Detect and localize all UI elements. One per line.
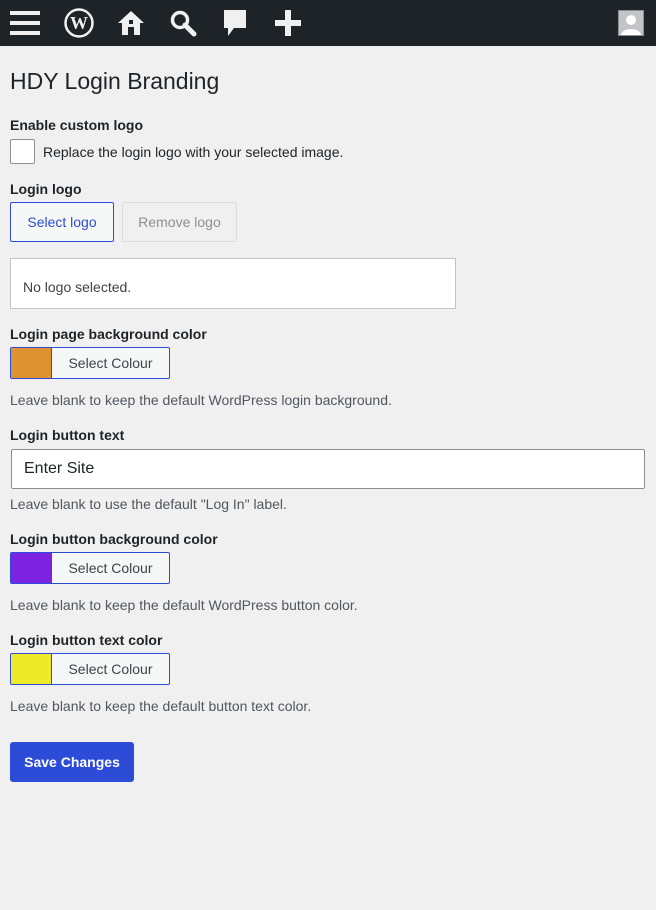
comment-icon: [224, 10, 246, 36]
bg-color-swatch[interactable]: [11, 348, 52, 378]
custom-logo-label: Enable custom logo: [10, 117, 144, 133]
select-logo-button[interactable]: Select logo: [10, 202, 114, 242]
menu-toggle[interactable]: [6, 0, 44, 46]
button-text-input[interactable]: [11, 449, 645, 489]
button-bg-color-picker-label[interactable]: Select Colour: [52, 553, 169, 583]
site-home-link[interactable]: [114, 0, 148, 46]
add-new-button[interactable]: [270, 0, 306, 46]
page-title: HDY Login Branding: [10, 68, 220, 94]
button-text-label: Login button text: [10, 427, 125, 443]
comments-link[interactable]: [218, 0, 252, 46]
button-bg-color-swatch[interactable]: [11, 553, 52, 583]
login-logo-label: Login logo: [10, 181, 82, 197]
search-icon: [170, 10, 197, 37]
button-text-color-swatch[interactable]: [11, 654, 52, 684]
button-text-description: Leave blank to use the default "Log In" …: [10, 496, 287, 512]
button-bg-color-description: Leave blank to keep the default WordPres…: [10, 597, 358, 613]
user-account-menu[interactable]: [618, 10, 644, 36]
bg-color-picker[interactable]: Select Colour: [10, 347, 170, 379]
remove-logo-button[interactable]: Remove logo: [122, 202, 237, 242]
wordpress-logo-icon: W: [64, 8, 94, 38]
button-bg-color-picker[interactable]: Select Colour: [10, 552, 170, 584]
button-text-color-label: Login button text color: [10, 632, 163, 648]
bg-color-description: Leave blank to keep the default WordPres…: [10, 392, 392, 408]
menu-icon: [10, 11, 40, 35]
button-bg-color-label: Login button background color: [10, 531, 218, 547]
button-text-color-description: Leave blank to keep the default button t…: [10, 698, 312, 714]
search-button[interactable]: [166, 0, 200, 46]
admin-bar: W: [0, 0, 656, 46]
add-new-icon: [275, 10, 301, 36]
home-icon: [118, 11, 144, 35]
bg-color-label: Login page background color: [10, 326, 207, 342]
save-changes-button[interactable]: Save Changes: [10, 742, 134, 782]
user-avatar-icon: [621, 15, 641, 35]
button-text-color-picker[interactable]: Select Colour: [10, 653, 170, 685]
custom-logo-checkbox-label[interactable]: Replace the login logo with your selecte…: [43, 143, 343, 161]
logo-preview: No logo selected.: [10, 258, 456, 309]
svg-text:W: W: [70, 13, 88, 33]
wordpress-menu[interactable]: W: [62, 0, 96, 46]
logo-preview-text: No logo selected.: [23, 279, 132, 295]
custom-logo-checkbox[interactable]: [10, 139, 35, 164]
bg-color-picker-label[interactable]: Select Colour: [52, 348, 169, 378]
button-text-color-picker-label[interactable]: Select Colour: [52, 654, 169, 684]
